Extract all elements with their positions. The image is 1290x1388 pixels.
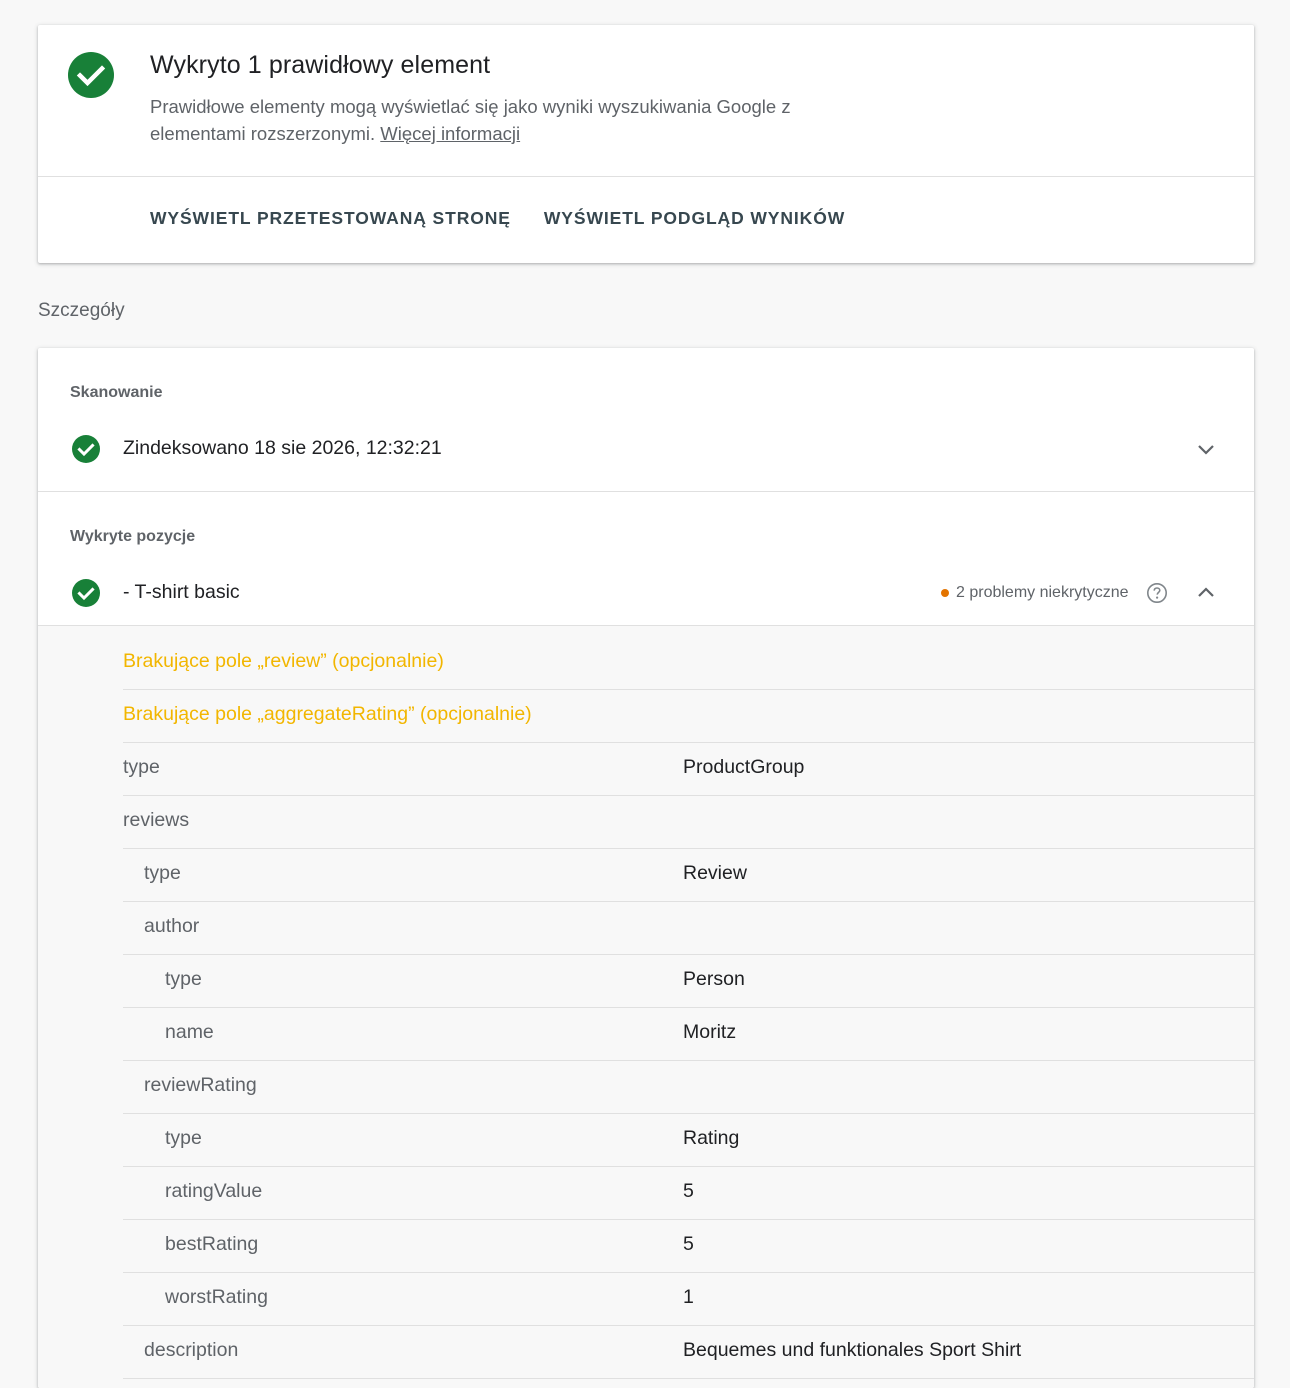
summary-actions: WYŚWIETL PRZETESTOWANĄ STRONĘ WYŚWIETL P… (150, 208, 845, 229)
detected-items-label: Wykryte pozycje (70, 528, 196, 545)
property-row: reviews (123, 796, 1254, 849)
summary-description: Prawidłowe elementy mogą wyświetlać się … (150, 93, 870, 147)
check-circle-icon (72, 579, 100, 607)
property-row: reviewRating (123, 1061, 1254, 1114)
property-value: Person (683, 968, 745, 990)
warning-dot-icon (941, 589, 949, 597)
crawl-status: Zindeksowano 18 sie 2026, 12:32:21 (123, 437, 442, 459)
property-row: name Moritz (123, 1008, 1254, 1061)
property-key: reviewRating (144, 1074, 257, 1096)
property-value: 5 (683, 1180, 694, 1202)
property-row: description Bequemes und funktionales Sp… (123, 1326, 1254, 1379)
warning-row[interactable]: Brakujące pole „review” (opcjonalnie) (123, 637, 1254, 690)
help-circle-icon[interactable] (1146, 582, 1168, 604)
property-value: 5 (683, 1233, 694, 1255)
warning-text[interactable]: Brakujące pole „review” (opcjonalnie) (123, 650, 444, 673)
property-row: author (123, 902, 1254, 955)
issues-badge: 2 problemy niekrytyczne (941, 584, 1129, 602)
issues-count-text: 2 problemy niekrytyczne (956, 584, 1129, 601)
property-key: type (165, 968, 202, 990)
property-value: ProductGroup (683, 756, 805, 778)
property-key: type (123, 756, 160, 778)
summary-title: Wykryto 1 prawidłowy element (150, 51, 491, 79)
property-row: worstRating 1 (123, 1273, 1254, 1326)
property-value: Review (683, 862, 747, 884)
property-key: bestRating (165, 1233, 259, 1255)
property-key: reviews (123, 809, 190, 831)
property-row: ratingValue 5 (123, 1167, 1254, 1220)
view-result-preview-button[interactable]: WYŚWIETL PODGLĄD WYNIKÓW (544, 208, 845, 229)
property-key: type (165, 1127, 202, 1149)
divider (38, 491, 1254, 492)
details-card: Skanowanie Zindeksowano 18 sie 2026, 12:… (38, 348, 1254, 1388)
property-key: author (144, 915, 200, 937)
crawl-label: Skanowanie (70, 384, 163, 401)
details-heading: Szczegóły (38, 300, 125, 321)
property-value: Bequemes und funktionales Sport Shirt (683, 1339, 1022, 1361)
summary-header: Wykryto 1 prawidłowy element Prawidłowe … (38, 25, 1254, 176)
divider (38, 176, 1254, 177)
detected-item-details: Brakujące pole „review” (opcjonalnie) Br… (38, 625, 1254, 1388)
check-circle-icon (68, 52, 114, 98)
check-circle-icon (72, 435, 100, 463)
property-key: worstRating (165, 1286, 268, 1308)
property-value: Rating (683, 1127, 740, 1149)
warning-row[interactable]: Brakujące pole „aggregateRating” (opcjon… (123, 690, 1254, 743)
property-row: type Person (123, 955, 1254, 1008)
property-row: type Rating (123, 1114, 1254, 1167)
property-row: bestRating 5 (123, 1220, 1254, 1273)
property-key: name (165, 1021, 214, 1043)
property-value: Moritz (683, 1021, 737, 1043)
chevron-up-icon[interactable] (1195, 582, 1217, 604)
chevron-down-icon[interactable] (1195, 438, 1217, 460)
warning-text[interactable]: Brakujące pole „aggregateRating” (opcjon… (123, 703, 532, 726)
detected-item-name[interactable]: - T-shirt basic (123, 581, 240, 604)
property-row: type ProductGroup (123, 743, 1254, 796)
learn-more-link[interactable]: Więcej informacji (380, 123, 520, 144)
property-key: type (144, 862, 181, 884)
summary-card: Wykryto 1 prawidłowy element Prawidłowe … (38, 25, 1254, 263)
view-tested-page-button[interactable]: WYŚWIETL PRZETESTOWANĄ STRONĘ (150, 208, 511, 229)
property-row: type Review (123, 849, 1254, 902)
property-key: description (144, 1339, 239, 1361)
property-value: 1 (683, 1286, 694, 1308)
property-key: ratingValue (165, 1180, 263, 1202)
